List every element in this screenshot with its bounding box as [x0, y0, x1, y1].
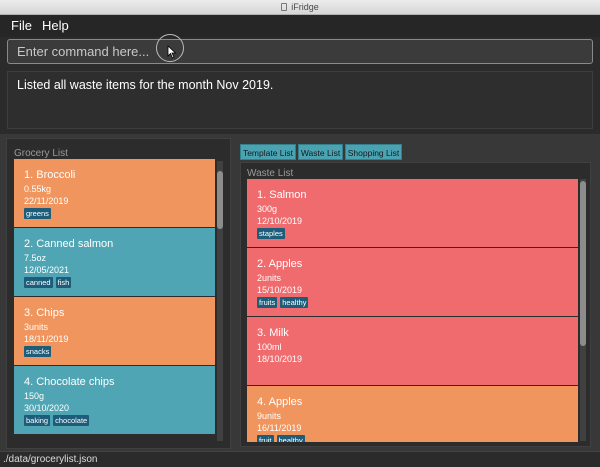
item-amount: 150g	[24, 391, 45, 401]
grocery-scrollbar[interactable]	[217, 161, 223, 441]
item-expiry-date: 30/10/2020	[24, 403, 70, 413]
list-item[interactable]: 2. Canned salmon 7.5oz 12/05/2021 canned fis…	[14, 228, 215, 296]
tag-label: baking	[24, 415, 51, 426]
lists-panel: Template List Waste List Shopping List W…	[237, 138, 594, 449]
tag-label: fruits	[257, 297, 278, 308]
item-name: 3. Milk	[257, 327, 289, 339]
list-item[interactable]: 3. Milk 100ml 18/10/2019	[247, 317, 578, 385]
item-name: 3. Chips	[24, 307, 65, 319]
item-expiry-date: 16/11/2019	[257, 423, 302, 433]
item-expiry-date: 15/10/2019	[257, 285, 303, 295]
item-name: 1. Broccoli	[24, 169, 76, 181]
item-expiry-date: 18/10/2019	[257, 354, 303, 364]
grocery-scroll-thumb[interactable]	[217, 171, 223, 229]
menu-bar: File Help	[0, 15, 600, 37]
item-name: 4. Apples	[257, 396, 303, 408]
item-expiry-date: 12/05/2021	[24, 265, 70, 275]
status-file-path: ./data/grocerylist.json	[3, 454, 98, 465]
waste-panel: Waste List 1. Salmon 300g 12/10/2019 staple…	[240, 162, 591, 447]
item-amount: 3units	[24, 322, 49, 332]
tag-label: healthy	[276, 435, 305, 442]
window-title: iFridge	[291, 2, 319, 12]
item-tags: canned fish	[24, 277, 215, 290]
result-display: Listed all waste items for the month Nov…	[7, 71, 593, 129]
item-tags	[257, 366, 578, 379]
item-amount: 100ml	[257, 342, 282, 352]
waste-list-label: Waste List	[247, 168, 294, 179]
list-item[interactable]: 4. Apples 9units 16/11/2019 fruit healthy	[247, 386, 578, 442]
result-text: Listed all waste items for the month Nov…	[17, 78, 274, 92]
item-expiry-date: 18/11/2019	[24, 334, 69, 344]
item-tags: fruit healthy	[257, 435, 578, 442]
list-item[interactable]: 4. Chocolate chips 150g 30/10/2020 baking ch…	[14, 366, 215, 434]
item-amount: 7.5oz	[24, 253, 47, 263]
tag-label: canned	[24, 277, 53, 288]
item-amount: 2units	[257, 273, 282, 283]
menu-file[interactable]: File	[11, 18, 32, 33]
item-expiry-date: 12/10/2019	[257, 216, 303, 226]
list-item[interactable]: 1. Broccoli 0.55kg 22/11/2019 greens	[14, 159, 215, 227]
waste-scrollbar[interactable]	[580, 179, 586, 441]
tag-label: chocolate	[53, 415, 90, 426]
grocery-list[interactable]: 1. Broccoli 0.55kg 22/11/2019 greens 2. Cann…	[14, 159, 215, 440]
item-name: 1. Salmon	[257, 189, 307, 201]
list-item[interactable]: 2. Apples 2units 15/10/2019 fruits healthy	[247, 248, 578, 316]
item-tags: staples	[257, 228, 578, 241]
main-content: Grocery List 1. Broccoli 0.55kg 22/11/2019…	[0, 134, 600, 451]
waste-scroll-thumb[interactable]	[580, 181, 586, 346]
item-expiry-date: 22/11/2019	[24, 196, 69, 206]
item-tags: baking chocolate	[24, 415, 215, 428]
item-amount: 9units	[257, 411, 282, 421]
status-bar: ./data/grocerylist.json	[0, 451, 600, 467]
tag-label: staples	[257, 228, 285, 239]
tab-waste-list[interactable]: Waste List	[298, 144, 343, 160]
item-name: 2. Apples	[257, 258, 303, 270]
tag-label: greens	[24, 208, 51, 219]
tag-label: snacks	[24, 346, 52, 357]
item-name: 4. Chocolate chips	[24, 376, 115, 388]
tag-label: healthy	[280, 297, 309, 308]
list-item[interactable]: 1. Salmon 300g 12/10/2019 staples	[247, 179, 578, 247]
grocery-panel: Grocery List 1. Broccoli 0.55kg 22/11/2019…	[6, 138, 231, 449]
grocery-list-label: Grocery List	[14, 148, 68, 159]
menu-help[interactable]: Help	[42, 18, 69, 33]
item-name: 2. Canned salmon	[24, 238, 114, 250]
list-item[interactable]: 3. Chips 3units 18/11/2019 snacks	[14, 297, 215, 365]
item-tags: fruits healthy	[257, 297, 578, 310]
item-tags: snacks	[24, 346, 215, 359]
mouse-pointer-icon	[167, 45, 177, 59]
waste-list[interactable]: 1. Salmon 300g 12/10/2019 staples 2. Apples 2…	[247, 179, 578, 442]
item-amount: 0.55kg	[24, 184, 52, 194]
title-bar: iFridge	[0, 0, 600, 15]
item-amount: 300g	[257, 204, 278, 214]
tab-shopping-list[interactable]: Shopping List	[345, 144, 402, 160]
command-input[interactable]: Enter command here...	[7, 39, 593, 64]
tab-template-list[interactable]: Template List	[240, 144, 296, 160]
document-icon	[281, 3, 288, 11]
tag-label: fruit	[257, 435, 274, 442]
item-tags: greens	[24, 208, 215, 221]
tag-label: fish	[55, 277, 72, 288]
